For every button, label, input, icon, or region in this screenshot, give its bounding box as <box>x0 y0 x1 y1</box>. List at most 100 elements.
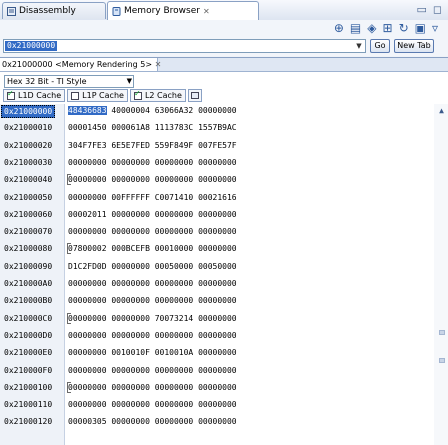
memory-word[interactable]: 0010010A <box>155 348 194 357</box>
memory-address[interactable]: 0x21000100 <box>4 382 52 393</box>
memory-word[interactable]: 00000000 <box>198 227 237 236</box>
memory-word[interactable]: 00000000 <box>68 400 107 409</box>
memory-word[interactable]: 00000000 <box>111 314 150 323</box>
memory-word[interactable]: 00000000 <box>111 175 150 184</box>
memory-word[interactable]: 00000000 <box>68 193 107 202</box>
close-tab-icon[interactable]: ✕ <box>203 7 210 16</box>
memory-word[interactable]: 00000000 <box>68 383 107 392</box>
memory-word[interactable]: 007FE57F <box>198 141 237 150</box>
memory-word[interactable]: 00000000 <box>198 244 237 253</box>
memory-address[interactable]: 0x21000090 <box>4 261 52 272</box>
memory-word[interactable]: 00000000 <box>111 158 150 167</box>
memory-word[interactable]: C0071410 <box>155 193 194 202</box>
memory-word[interactable]: 00000000 <box>111 262 150 271</box>
memory-word[interactable]: 00000000 <box>68 227 107 236</box>
memory-address[interactable]: 0x21000120 <box>4 416 52 427</box>
memory-word[interactable]: 00000000 <box>111 210 150 219</box>
memory-word[interactable]: 00000000 <box>155 175 194 184</box>
memory-word[interactable]: 00000000 <box>198 175 237 184</box>
vertical-scrollbar[interactable]: ▲ <box>434 104 448 445</box>
l2-cache-checkbox[interactable] <box>133 89 142 100</box>
style-select[interactable]: Hex 32 Bit - TI Style ▼ <box>4 75 134 88</box>
minimize-icon[interactable]: ▭ <box>416 3 426 16</box>
memory-address[interactable]: 0x210000C0 <box>4 313 52 324</box>
memory-word[interactable]: 00000000 <box>68 366 107 375</box>
tab-memory-browser[interactable]: Memory Browser ✕ <box>107 1 259 20</box>
save-icon[interactable]: ⊞ <box>383 21 393 35</box>
memory-word[interactable]: 00000000 <box>111 331 150 340</box>
memory-word[interactable]: 0010010F <box>111 348 150 357</box>
l1p-cache-toggle[interactable]: L1P Cache <box>67 89 128 102</box>
scroll-up-icon[interactable]: ▲ <box>439 106 444 115</box>
memory-word[interactable]: 00000000 <box>155 400 194 409</box>
l2-cache-toggle[interactable]: L2 Cache <box>129 89 186 102</box>
memory-address[interactable]: 0x21000070 <box>4 226 52 237</box>
memory-word[interactable]: 559F849F <box>155 141 194 150</box>
memory-word[interactable]: 00000000 <box>111 366 150 375</box>
memory-word[interactable]: 000BCEFB <box>111 244 150 253</box>
memory-address[interactable]: 0x21000060 <box>4 209 52 220</box>
memory-word[interactable]: 00010000 <box>155 244 194 253</box>
address-input[interactable]: 0x21000000 ▼ <box>3 39 366 53</box>
memory-word[interactable]: 00050000 <box>155 262 194 271</box>
memory-word[interactable]: 70073214 <box>155 314 194 323</box>
memory-address[interactable]: 0x210000F0 <box>4 365 52 376</box>
memory-word[interactable]: 00000000 <box>198 210 237 219</box>
memory-word[interactable]: 1113783C <box>155 123 194 132</box>
chevron-down-icon[interactable]: ▼ <box>353 40 365 52</box>
memory-word[interactable]: 07800002 <box>68 244 107 253</box>
layout-icon[interactable]: ▣ <box>415 21 426 35</box>
memory-address[interactable]: 0x21000010 <box>4 122 52 133</box>
memory-word[interactable]: 00000000 <box>111 227 150 236</box>
memory-word[interactable]: 00000000 <box>198 106 237 115</box>
memory-word[interactable]: 00000000 <box>68 175 107 184</box>
memory-word[interactable]: 00000000 <box>155 383 194 392</box>
memory-word[interactable]: 00050000 <box>198 262 237 271</box>
add-monitor-icon[interactable]: ⊕ <box>334 21 344 35</box>
memory-word[interactable]: 00000000 <box>155 227 194 236</box>
memory-word[interactable]: 00000305 <box>68 417 107 426</box>
memory-address[interactable]: 0x210000E0 <box>4 347 52 358</box>
memory-word[interactable]: 00021616 <box>198 193 237 202</box>
memory-word[interactable]: 00001450 <box>68 123 107 132</box>
memory-word[interactable]: 48436683 <box>68 106 107 115</box>
memory-address[interactable]: 0x210000B0 <box>4 295 52 306</box>
refresh-icon[interactable]: ↻ <box>399 21 409 35</box>
memory-word[interactable]: 00000000 <box>111 296 150 305</box>
memory-word[interactable]: 00000000 <box>155 279 194 288</box>
close-rendering-icon[interactable]: ✕ <box>155 60 162 69</box>
l1d-cache-toggle[interactable]: L1D Cache <box>3 89 66 102</box>
memory-address[interactable]: 0x21000040 <box>4 174 52 185</box>
memory-word[interactable]: 00000000 <box>198 366 237 375</box>
memory-word[interactable]: 00000000 <box>155 366 194 375</box>
memory-word[interactable]: 00000000 <box>68 279 107 288</box>
memory-address[interactable]: 0x210000A0 <box>4 278 52 289</box>
memory-word[interactable]: 00000000 <box>198 400 237 409</box>
cache-options-button[interactable] <box>187 89 202 102</box>
memory-word[interactable]: 6E5E7FED <box>111 141 150 150</box>
memory-word[interactable]: 00000000 <box>198 417 237 426</box>
memory-word[interactable]: 00000000 <box>68 348 107 357</box>
l1d-cache-checkbox[interactable] <box>7 89 15 100</box>
memory-word[interactable]: 00FFFFFF <box>111 193 150 202</box>
go-button[interactable]: Go <box>370 39 390 53</box>
tab-disassembly[interactable]: Disassembly <box>2 2 106 19</box>
l1p-cache-checkbox[interactable] <box>71 91 80 100</box>
memory-word[interactable]: 63066A32 <box>155 106 194 115</box>
memory-word[interactable]: 00000000 <box>198 331 237 340</box>
memory-word[interactable]: 00000000 <box>68 331 107 340</box>
memory-address[interactable]: 0x21000110 <box>4 399 52 410</box>
memory-word[interactable]: 00000000 <box>111 383 150 392</box>
new-tab-button[interactable]: New Tab <box>394 39 434 53</box>
memory-word[interactable]: 40000004 <box>111 106 150 115</box>
memory-word[interactable]: 00000000 <box>198 383 237 392</box>
memory-word[interactable]: 000061A8 <box>111 123 150 132</box>
memory-word[interactable]: 00000000 <box>198 158 237 167</box>
memory-word[interactable]: 00000000 <box>155 417 194 426</box>
memory-address[interactable]: 0x21000080 <box>4 243 52 254</box>
memory-word[interactable]: 00000000 <box>198 279 237 288</box>
memory-word[interactable]: 00000000 <box>155 210 194 219</box>
memory-word[interactable]: 00000000 <box>155 296 194 305</box>
memory-word[interactable]: 00000000 <box>111 279 150 288</box>
memory-word[interactable]: 00000000 <box>198 314 237 323</box>
